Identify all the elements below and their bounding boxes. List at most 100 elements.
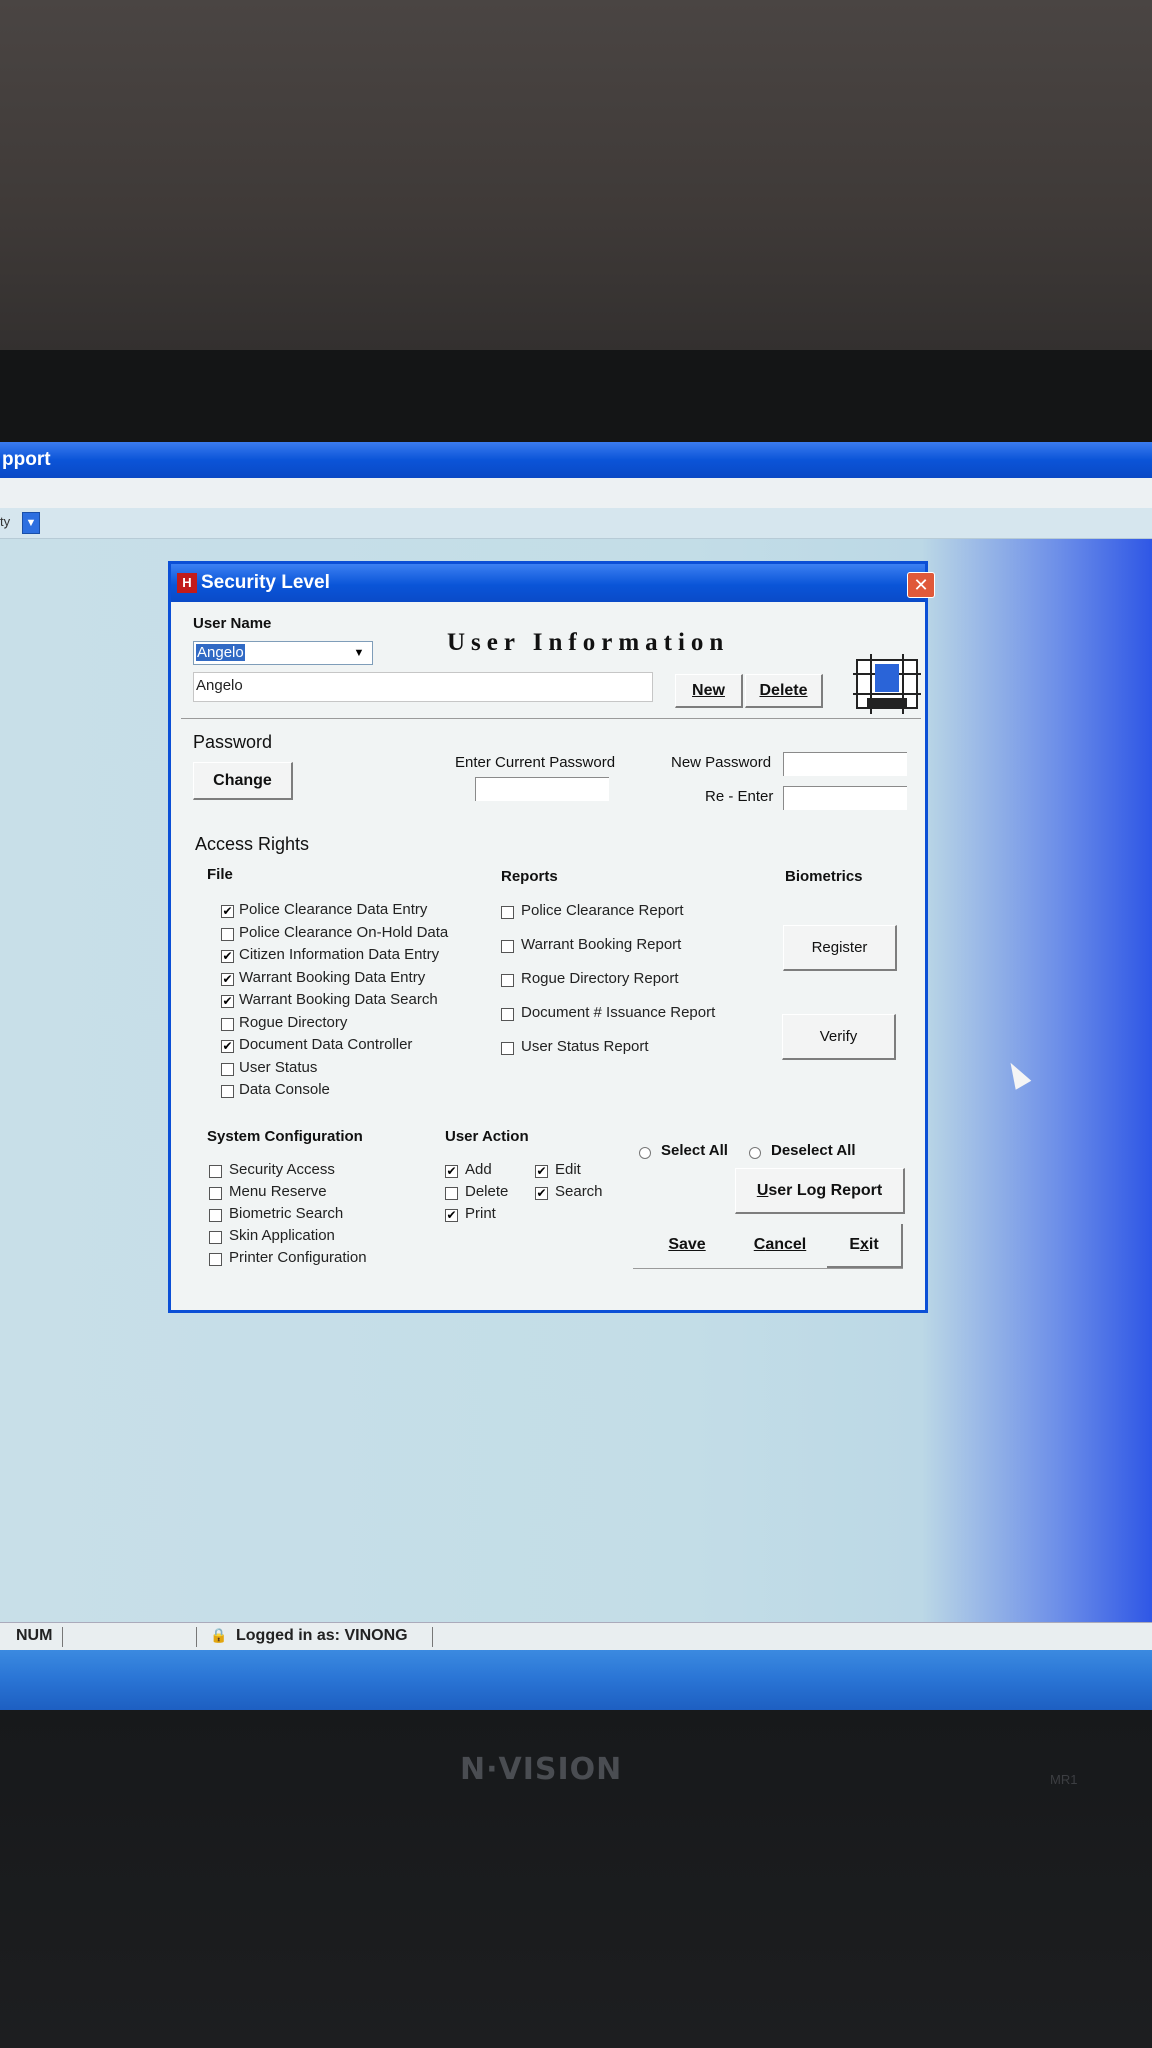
checkbox[interactable] [221,1017,234,1031]
user-action-label: User Action [445,1128,529,1145]
dialog-title-bar: H Security Level [171,564,925,602]
status-separator [62,1627,63,1647]
divider [181,718,921,719]
user-log-report-mnemonic: U [756,1182,769,1199]
checkbox[interactable] [209,1187,222,1200]
checkbox-label: Print [465,1205,496,1222]
security-level-dialog: H Security Level ✕ User Name Angelo ▼ An… [168,561,935,1313]
user-name-selected: Angelo [196,644,245,661]
new-password-input[interactable] [783,752,907,776]
app-toolbar: ty ▼ [0,508,1152,539]
checkbox-label: Rogue Directory [239,1013,348,1031]
lock-icon: 🔒 [210,1627,228,1643]
cancel-button[interactable]: Cancel [735,1224,825,1268]
exit-button[interactable]: Exit [827,1224,903,1268]
app-logo-icon: H [177,573,197,593]
checkbox[interactable] [501,1042,514,1055]
checkbox[interactable] [209,1231,222,1244]
register-button[interactable]: Register [783,925,897,971]
status-num: NUM [16,1627,53,1644]
checkbox[interactable] [221,1085,234,1098]
checkbox[interactable]: ✔ [535,1187,548,1200]
checkbox-label: Printer Configuration [229,1249,367,1266]
password-label: Password [193,732,273,752]
checkbox-label: Police Clearance On-Hold Data [239,923,449,941]
select-all-label: Select All [661,1142,728,1159]
monitor-model: MR1 [1050,1772,1078,1787]
checkbox[interactable]: ✔ [221,905,234,918]
checkbox[interactable] [221,927,234,941]
checkbox[interactable] [501,906,514,919]
checkbox-label: Add [465,1161,492,1178]
divider [633,1268,903,1269]
deselect-all-label: Deselect All [771,1142,856,1159]
background-wall [0,0,1152,350]
checkbox[interactable]: ✔ [221,950,234,963]
user-log-report-button[interactable]: User Log Report [735,1168,905,1214]
checkbox-label: Police Clearance Data Entry [239,901,428,918]
register-button-label: Register [811,939,868,956]
checkbox-label: User Status Report [521,1038,649,1055]
save-button[interactable]: Save [641,1224,733,1268]
user-name-combo[interactable]: Angelo ▼ [193,641,373,665]
checkbox-label: Warrant Booking Data Entry [239,968,426,986]
checkbox[interactable]: ✔ [221,995,234,1008]
checkbox[interactable] [445,1187,458,1200]
close-icon[interactable]: ✕ [907,572,935,598]
checkbox-label: Document # Issuance Report [521,1004,716,1021]
user-name-field[interactable]: Angelo [193,672,653,702]
biometrics-label: Biometrics [785,868,863,885]
user-name-field-value: Angelo [196,677,243,694]
status-bar: NUM 🔒 Logged in as: VINONG [0,1622,1152,1651]
reports-label: Reports [501,868,558,885]
checkbox[interactable] [209,1209,222,1222]
save-mnemonic: S [668,1236,679,1253]
reenter-password-input[interactable] [783,786,907,810]
delete-button[interactable]: Delete [745,674,823,708]
checkbox-label: User Status [239,1058,318,1076]
new-button-label: New [692,682,725,699]
chevron-down-icon[interactable]: ▼ [348,644,370,662]
checkbox[interactable] [209,1165,222,1178]
new-button[interactable]: New [675,674,743,708]
exit-label-start: E [849,1236,860,1253]
system-configuration-label: System Configuration [207,1128,363,1145]
checkbox[interactable]: ✔ [535,1165,548,1178]
enter-current-password-label: Enter Current Password [455,754,616,771]
monitor-bezel-top [0,350,1152,442]
change-button[interactable]: Change [193,762,293,800]
checkbox[interactable]: ✔ [221,1040,234,1053]
checkbox-label: Data Console [239,1081,330,1098]
user-information-heading: User Information [447,629,730,656]
checkbox[interactable]: ✔ [221,972,234,986]
checkbox[interactable] [501,940,514,953]
status-logged-in: Logged in as: VINONG [236,1627,408,1644]
deselect-all-radio[interactable] [749,1147,761,1159]
checkbox-label: Edit [555,1161,581,1178]
verify-button[interactable]: Verify [782,1014,896,1060]
checkbox[interactable] [501,974,514,987]
cancel-label: ancel [765,1236,807,1253]
checkbox-label: Delete [465,1183,509,1200]
toolbar-dropdown-button[interactable]: ▼ [22,512,40,534]
checkbox-label: Skin Application [229,1227,335,1244]
checkbox-label: Search [555,1183,603,1200]
select-all-radio[interactable] [639,1147,651,1159]
checkbox[interactable]: ✔ [445,1165,458,1178]
checkbox-label: Menu Reserve [229,1183,327,1200]
checkbox[interactable] [209,1253,222,1266]
new-password-label: New Password [671,754,772,771]
checkbox[interactable] [501,1008,514,1021]
user-name-label: User Name [193,615,272,632]
current-password-input[interactable] [475,777,609,801]
checkbox-label: Biometric Search [229,1205,344,1222]
cancel-mnemonic: C [753,1236,766,1253]
monitor-brand: N·VISION [460,1752,623,1787]
checkbox-label: Warrant Booking Data Search [239,991,438,1008]
change-button-label: Change [213,772,272,789]
checkbox[interactable]: ✔ [445,1209,458,1222]
checkbox[interactable] [221,1062,234,1076]
toolbar-text: ty [0,514,11,529]
user-log-report-label: ser Log Report [768,1182,883,1199]
dialog-title: Security Level [201,572,330,593]
